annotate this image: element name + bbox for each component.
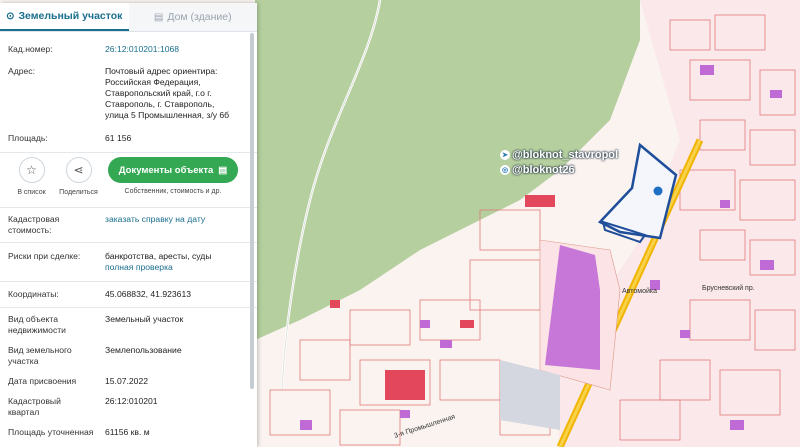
add-to-list-label: В список	[17, 189, 46, 196]
object-type-row: Вид объекта недвижимости Земельный участ…	[8, 314, 249, 336]
share-label: Поделиться	[59, 189, 98, 196]
star-icon[interactable]: ☆	[18, 157, 45, 183]
cadastral-quarter-value: 26:12:010201	[105, 396, 158, 406]
cadastral-quarter-row: Кадастровый квартал 26:12:010201	[8, 396, 249, 418]
address-line: Почтовый адрес ориентира:	[105, 66, 218, 76]
cadastral-cost-row: Кадастровая стоимость: заказать справку …	[8, 214, 249, 236]
share-action[interactable]: ⋖ Поделиться	[55, 157, 102, 196]
address-value: Почтовый адрес ориентира: Российская Фед…	[105, 66, 249, 121]
land-use-row: Вид земельного участка Землепользование	[8, 345, 249, 367]
tab-land-plot-label: Земельный участок	[18, 10, 123, 22]
risks-row: Риски при сделке: банкротства, аресты, с…	[8, 251, 249, 273]
documents-block: Документы объекта ▤ Собственник, стоимос…	[108, 157, 238, 195]
share-icon[interactable]: ⋖	[65, 157, 92, 183]
map-place-label: Брусневский пр.	[702, 285, 755, 292]
address-line: Российская Федерация,	[105, 77, 201, 87]
overlay-channel-2-text: @bloknot26	[512, 164, 575, 176]
object-type-label: Вид объекта недвижимости	[8, 314, 105, 336]
document-icon: ▤	[218, 164, 228, 176]
cadastral-quarter-label-line: квартал	[8, 407, 40, 417]
tab-building-label: Дом (здание)	[167, 11, 232, 23]
instagram-icon: ◎	[500, 165, 510, 175]
risks-value: банкротства, аресты, суды полная проверк…	[105, 251, 249, 273]
address-line: Ставропольский край, г.о г.	[105, 88, 212, 98]
address-label: Адрес:	[8, 66, 35, 76]
land-use-label-line: участка	[8, 356, 39, 366]
refined-area-label: Площадь уточненная	[8, 427, 94, 437]
cad-number-value[interactable]: 26:12:010201:1068	[105, 44, 249, 55]
address-line: улица 5 Промышленная, з/у 6б	[105, 110, 230, 120]
overlay-channel-1: ➤ @bloknot_stavropol	[500, 149, 618, 161]
cadastral-cost-label: Кадастровая стоимость:	[8, 214, 105, 236]
order-certificate-link[interactable]: заказать справку на дату	[105, 214, 249, 236]
telegram-icon: ➤	[500, 150, 510, 160]
overlay-channel-2: ◎ @bloknot26	[500, 164, 575, 176]
divider	[0, 307, 257, 308]
assignment-date-value: 15.07.2022	[105, 376, 149, 386]
refined-area-row: Площадь уточненная 61156 кв. м	[8, 427, 249, 438]
land-use-label: Вид земельного участка	[8, 345, 105, 367]
area-row: Площадь: 61 156	[8, 133, 249, 144]
object-type-value: Земельный участок	[105, 314, 184, 324]
tab-bar: ⊙ Земельный участок ▤ Дом (здание)	[0, 3, 257, 32]
address-line: Ставрополь, г. Ставрополь,	[105, 99, 215, 109]
cadastral-quarter-label-line: Кадастровый	[8, 396, 61, 406]
area-label: Площадь:	[8, 133, 48, 143]
overlay-channel-1-text: @bloknot_stavropol	[512, 149, 619, 161]
building-icon: ▤	[153, 11, 164, 23]
panel-scrollbar[interactable]	[250, 33, 254, 389]
cad-number-row: Кад.номер: 26:12:010201:1068	[8, 44, 249, 55]
documents-button-label: Документы объекта	[118, 164, 214, 176]
tab-land-plot[interactable]: ⊙ Земельный участок	[0, 3, 129, 31]
action-bar: ☆ В список ⋖ Поделиться Документы объект…	[8, 153, 249, 207]
risks-label: Риски при сделке:	[8, 251, 81, 261]
object-type-label-line: недвижимости	[8, 325, 66, 335]
cadastral-cost-label-line: стоимость:	[8, 225, 52, 235]
risks-text: банкротства, аресты, суды	[105, 251, 212, 261]
land-use-value: Землепользование	[105, 345, 182, 355]
cadastral-cost-label-line: Кадастровая	[8, 214, 60, 224]
map-place-label: Автомойка	[622, 288, 657, 295]
divider	[0, 207, 257, 208]
divider	[0, 242, 257, 243]
land-use-label-line: Вид земельного	[8, 345, 72, 355]
cadastral-quarter-label: Кадастровый квартал	[8, 396, 105, 418]
coordinates-value: 45.068832, 41.923613	[105, 289, 192, 299]
coordinates-row: Координаты: 45.068832, 41.923613	[8, 289, 249, 300]
documents-subtitle: Собственник, стоимость и др.	[124, 188, 222, 195]
tab-building[interactable]: ▤ Дом (здание)	[129, 3, 258, 31]
address-row: Адрес: Почтовый адрес ориентира: Российс…	[8, 66, 249, 121]
area-value: 61 156	[105, 133, 132, 143]
assignment-date-row: Дата присвоения 15.07.2022	[8, 376, 249, 387]
pin-icon: ⊙	[6, 10, 15, 22]
full-check-link[interactable]: полная проверка	[105, 262, 249, 273]
cad-number-label: Кад.номер:	[8, 44, 53, 54]
object-type-label-line: Вид объекта	[8, 314, 58, 324]
assignment-date-label: Дата присвоения	[8, 376, 77, 386]
add-to-list-action[interactable]: ☆ В список	[8, 157, 55, 196]
coordinates-label: Координаты:	[8, 289, 59, 299]
refined-area-value: 61156 кв. м	[105, 427, 150, 437]
divider	[0, 281, 257, 282]
documents-button[interactable]: Документы объекта ▤	[108, 157, 238, 183]
object-info-panel: ⊙ Земельный участок ▤ Дом (здание) Кад.н…	[0, 3, 257, 447]
